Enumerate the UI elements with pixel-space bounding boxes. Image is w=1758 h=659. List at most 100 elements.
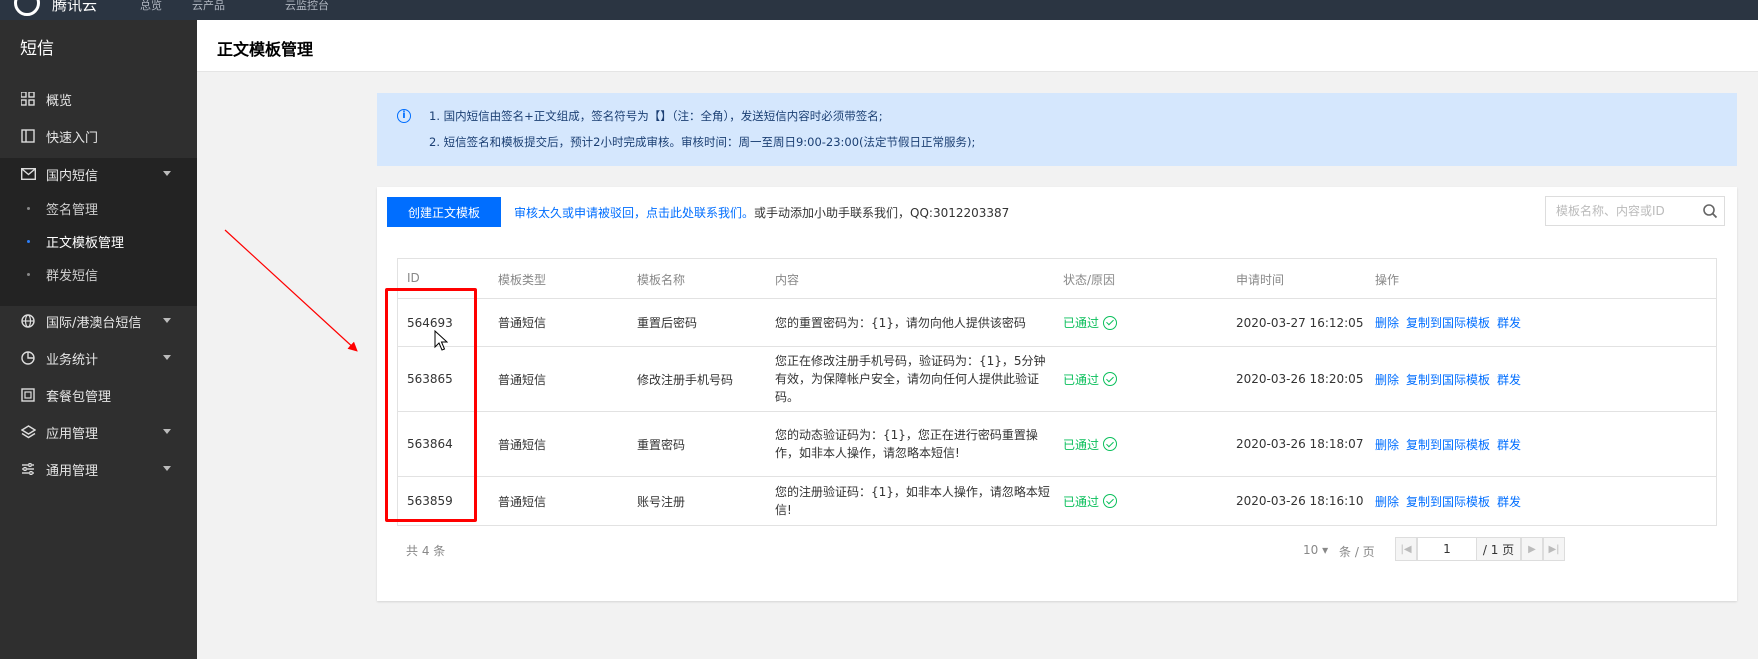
next-page-button[interactable]: ▶ bbox=[1521, 537, 1543, 561]
sidebar-item-statistics[interactable]: 业务统计 bbox=[0, 340, 197, 376]
layers-icon bbox=[20, 424, 36, 440]
mail-icon bbox=[20, 166, 36, 182]
sidebar-item-label: 应用管理 bbox=[46, 426, 99, 442]
cell-actions: 删除 复制到国际模板 群发 bbox=[1375, 477, 1528, 525]
sidebar-item-domestic-sms[interactable]: 国内短信 bbox=[0, 156, 197, 192]
delete-link[interactable]: 删除 bbox=[1375, 314, 1399, 331]
cell-actions: 删除 复制到国际模板 群发 bbox=[1375, 412, 1528, 476]
cell-type: 普通短信 bbox=[498, 316, 547, 330]
bulk-send-link[interactable]: 群发 bbox=[1497, 314, 1521, 331]
cell-time: 2020-03-26 18:16:10 bbox=[1236, 494, 1364, 508]
sidebar-item-general-management[interactable]: 通用管理 bbox=[0, 451, 197, 487]
column-header-status: 状态/原因 bbox=[1063, 273, 1116, 287]
delete-link[interactable]: 删除 bbox=[1375, 371, 1399, 388]
bullet-icon bbox=[27, 240, 30, 243]
sidebar-item-label: 套餐包管理 bbox=[46, 389, 112, 405]
sidebar-item-app-management[interactable]: 应用管理 bbox=[0, 414, 197, 450]
check-circle-icon bbox=[1103, 437, 1118, 451]
per-page-label: 条 / 页 bbox=[1339, 545, 1375, 559]
chevron-down-icon bbox=[163, 429, 171, 434]
sidebar-item-international-sms[interactable]: 国际/港澳台短信 bbox=[0, 303, 197, 339]
info-notice: i 1. 国内短信由签名+正文组成，签名符号为【】（注：全角），发送短信内容时必… bbox=[377, 93, 1737, 166]
info-icon: i bbox=[397, 109, 411, 123]
table-row: 563865 普通短信 修改注册手机号码 您正在修改注册手机号码，验证码为：{1… bbox=[398, 347, 1716, 412]
column-header-name: 模板名称 bbox=[637, 273, 686, 287]
copy-to-international-link[interactable]: 复制到国际模板 bbox=[1406, 371, 1490, 388]
mouse-cursor-icon bbox=[434, 330, 448, 351]
last-page-icon: ▶| bbox=[1548, 543, 1560, 555]
topbar-item-products[interactable]: 云产品 bbox=[192, 0, 225, 13]
notice-line-1: 1. 国内短信由签名+正文组成，签名符号为【】（注：全角），发送短信内容时必须带… bbox=[429, 109, 883, 123]
sidebar-subitem-label: 签名管理 bbox=[46, 203, 99, 218]
copy-to-international-link[interactable]: 复制到国际模板 bbox=[1406, 314, 1490, 331]
next-page-icon: ▶ bbox=[1528, 543, 1536, 555]
cell-time: 2020-03-27 16:12:05 bbox=[1236, 315, 1364, 330]
sidebar-subitem-label: 正文模板管理 bbox=[46, 236, 125, 251]
column-header-id: ID bbox=[407, 271, 420, 285]
page-title: 正文模板管理 bbox=[217, 40, 314, 59]
table-row: 563859 普通短信 账号注册 您的注册验证码：{1}，如非本人操作，请忽略本… bbox=[398, 477, 1716, 525]
status-text: 已通过 bbox=[1063, 316, 1100, 330]
cell-actions: 删除 复制到国际模板 群发 bbox=[1375, 347, 1528, 411]
copy-to-international-link[interactable]: 复制到国际模板 bbox=[1406, 493, 1490, 510]
search-icon[interactable] bbox=[1702, 203, 1718, 219]
cell-time: 2020-03-26 18:20:05 bbox=[1236, 372, 1364, 386]
cloud-logo-icon[interactable] bbox=[14, 0, 40, 16]
cell-type: 普通短信 bbox=[498, 494, 547, 509]
search-box[interactable] bbox=[1545, 196, 1725, 226]
annotation-highlight-box bbox=[385, 288, 477, 522]
bulk-send-link[interactable]: 群发 bbox=[1497, 371, 1521, 388]
cell-content: 您的注册验证码：{1}，如非本人操作，请忽略本短信! bbox=[775, 485, 1050, 517]
sidebar-subitem-label: 群发短信 bbox=[46, 269, 99, 284]
contact-us-link[interactable]: 审核太久或申请被驳回，点击此处联系我们。 bbox=[514, 206, 754, 220]
search-input[interactable] bbox=[1546, 197, 1696, 225]
last-page-button[interactable]: ▶| bbox=[1543, 537, 1565, 561]
delete-link[interactable]: 删除 bbox=[1375, 436, 1399, 453]
status-text: 已通过 bbox=[1063, 372, 1100, 387]
sidebar-title: 短信 bbox=[20, 39, 54, 59]
bullet-icon bbox=[27, 207, 30, 210]
sidebar-subitem-bulk-sms[interactable]: 群发短信 bbox=[0, 258, 197, 291]
notice-line-2: 2. 短信签名和模板提交后，预计2小时完成审核。审核时间：周一至周日9:00-2… bbox=[429, 135, 976, 149]
chevron-down-icon bbox=[163, 466, 171, 471]
column-header-actions: 操作 bbox=[1375, 273, 1400, 287]
topbar-item-overview[interactable]: 总览 bbox=[140, 0, 162, 13]
chevron-down-icon bbox=[163, 318, 171, 323]
chevron-down-icon bbox=[163, 355, 171, 360]
template-card: 创建正文模板 审核太久或申请被驳回，点击此处联系我们。或手动添加小助手联系我们，… bbox=[377, 187, 1737, 601]
sidebar-item-package[interactable]: 套餐包管理 bbox=[0, 377, 197, 413]
top-bar: 腾讯云 总览 云产品 云监控台 bbox=[0, 0, 1758, 20]
first-page-icon: |◀ bbox=[1400, 543, 1412, 555]
sidebar-item-overview[interactable]: 概览 bbox=[0, 81, 197, 117]
sidebar-item-quickstart[interactable]: 快速入门 bbox=[0, 118, 197, 154]
package-icon bbox=[20, 387, 36, 403]
sliders-icon bbox=[20, 461, 36, 477]
check-circle-icon bbox=[1103, 372, 1118, 386]
brand-name[interactable]: 腾讯云 bbox=[52, 0, 97, 15]
first-page-button[interactable]: |◀ bbox=[1395, 537, 1417, 561]
sidebar-item-label: 国际/港澳台短信 bbox=[46, 315, 142, 331]
cell-content: 您的动态验证码为：{1}，您正在进行密码重置操作，如非本人操作，请忽略本短信! bbox=[775, 428, 1038, 460]
page-total: / 1 页 bbox=[1477, 537, 1521, 561]
sidebar-item-label: 通用管理 bbox=[46, 463, 99, 479]
page-number-input[interactable] bbox=[1417, 537, 1477, 561]
column-header-type: 模板类型 bbox=[498, 273, 547, 287]
sidebar-subitem-signature[interactable]: 签名管理 bbox=[0, 192, 197, 225]
pie-chart-icon bbox=[20, 350, 36, 366]
topbar-item-console[interactable]: 云监控台 bbox=[285, 0, 329, 13]
check-circle-icon bbox=[1103, 315, 1118, 330]
cell-time: 2020-03-26 18:18:07 bbox=[1236, 437, 1364, 451]
create-template-button[interactable]: 创建正文模板 bbox=[387, 197, 501, 227]
page-size-select[interactable]: 10 ▾ bbox=[1303, 543, 1328, 557]
bullet-icon bbox=[27, 273, 30, 276]
delete-link[interactable]: 删除 bbox=[1375, 493, 1399, 510]
copy-to-international-link[interactable]: 复制到国际模板 bbox=[1406, 436, 1490, 453]
bulk-send-link[interactable]: 群发 bbox=[1497, 493, 1521, 510]
sidebar-subitem-templates[interactable]: 正文模板管理 bbox=[0, 225, 197, 258]
bulk-send-link[interactable]: 群发 bbox=[1497, 436, 1521, 453]
sidebar-item-label: 快速入门 bbox=[46, 130, 99, 146]
cell-actions: 删除 复制到国际模板 群发 bbox=[1375, 299, 1528, 346]
table-row: 564693 普通短信 重置后密码 您的重置密码为：{1}，请勿向他人提供该密码… bbox=[398, 299, 1716, 347]
cell-type: 普通短信 bbox=[498, 437, 547, 452]
cell-name: 重置后密码 bbox=[637, 316, 698, 330]
